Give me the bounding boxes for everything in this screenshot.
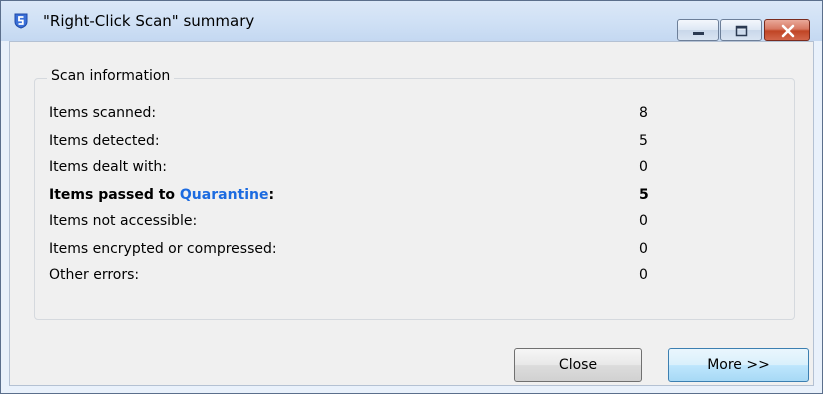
stat-row-items-not-accessible: Items not accessible: 0 xyxy=(49,213,689,235)
maximize-button[interactable] xyxy=(720,19,762,41)
stat-value: 0 xyxy=(639,267,648,283)
stat-value: 0 xyxy=(639,241,648,257)
shield-s-icon xyxy=(13,13,29,29)
stat-label: Items encrypted or compressed: xyxy=(49,241,277,257)
window-title: "Right-Click Scan" summary xyxy=(43,12,255,30)
group-label: Scan information xyxy=(47,68,175,84)
stat-value: 0 xyxy=(639,159,648,175)
dialog-body: Scan information Items scanned: 8 Items … xyxy=(9,41,814,386)
stat-value: 8 xyxy=(639,105,648,121)
minimize-button[interactable] xyxy=(677,19,719,41)
maximize-icon xyxy=(735,25,748,37)
stat-value: 0 xyxy=(639,213,648,229)
stat-label: Other errors: xyxy=(49,267,140,283)
stat-label: Items scanned: xyxy=(49,105,157,121)
stat-row-items-detected: Items detected: 5 xyxy=(49,133,689,155)
stat-label: Items detected: xyxy=(49,133,160,149)
stat-row-items-quarantined: Items passed to Quarantine: 5 xyxy=(49,187,689,209)
stat-label-prefix: Items passed to xyxy=(49,187,180,203)
scan-information-group: Scan information Items scanned: 8 Items … xyxy=(34,68,795,320)
stat-row-items-dealt-with: Items dealt with: 0 xyxy=(49,159,689,181)
stat-value: 5 xyxy=(639,133,648,149)
quarantine-link[interactable]: Quarantine xyxy=(180,187,269,203)
stat-value: 5 xyxy=(639,187,649,203)
more-button[interactable]: More >> xyxy=(668,348,809,382)
stat-row-other-errors: Other errors: 0 xyxy=(49,267,689,289)
stat-row-items-encrypted: Items encrypted or compressed: 0 xyxy=(49,241,689,263)
window-close-button[interactable] xyxy=(764,19,810,41)
close-button[interactable]: Close xyxy=(514,348,642,382)
stat-label-suffix: : xyxy=(268,187,275,203)
minimize-icon xyxy=(693,32,704,35)
close-icon xyxy=(781,24,795,38)
stat-label: Items passed to Quarantine: xyxy=(49,187,274,203)
title-bar[interactable]: "Right-Click Scan" summary xyxy=(1,1,822,41)
dialog-window: "Right-Click Scan" summary Scan informat… xyxy=(0,0,823,394)
stat-label: Items not accessible: xyxy=(49,213,198,229)
stat-row-items-scanned: Items scanned: 8 xyxy=(49,105,689,127)
stat-label: Items dealt with: xyxy=(49,159,167,175)
